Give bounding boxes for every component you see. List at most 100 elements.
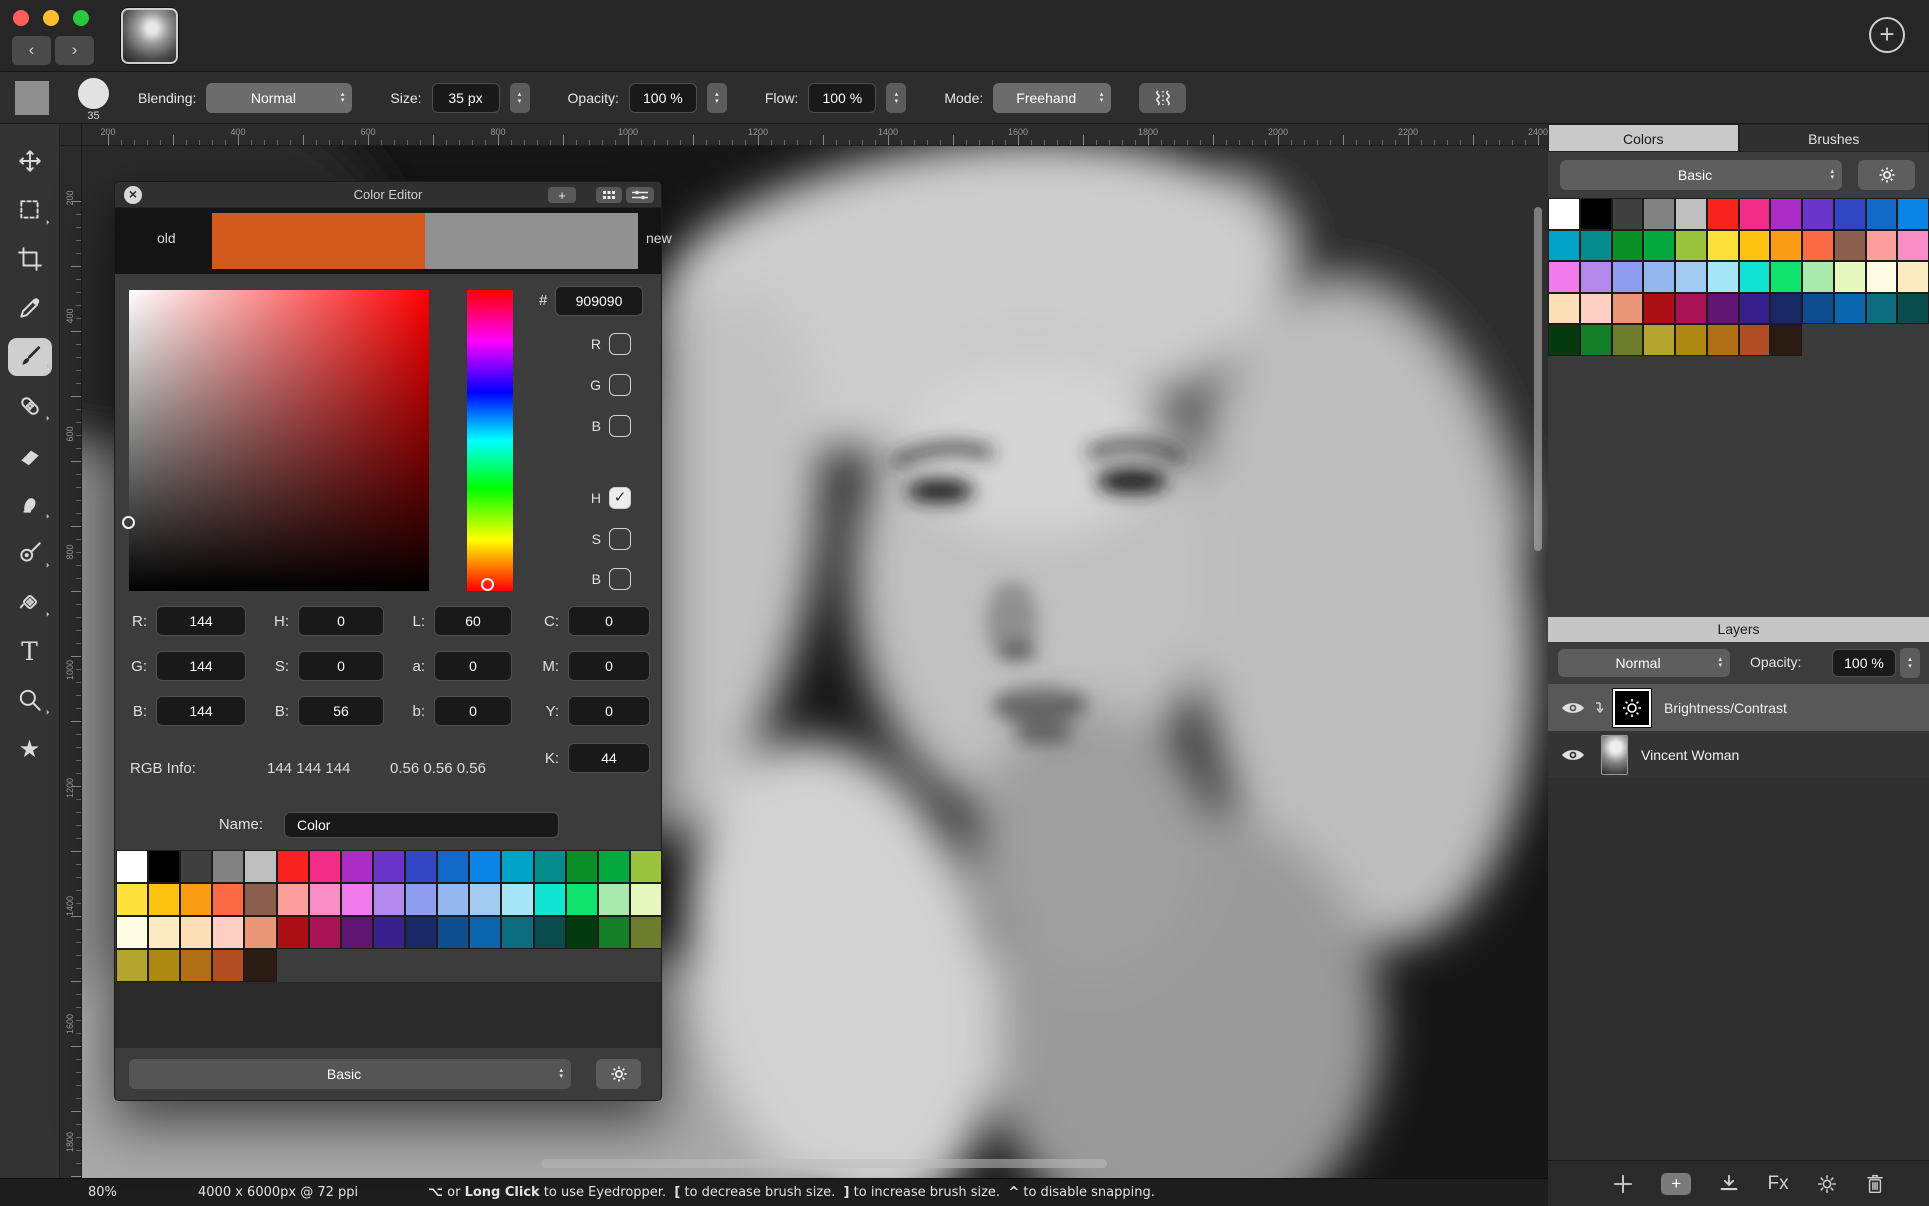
layer-effects-button[interactable]: Fx: [1768, 1173, 1789, 1195]
field-r[interactable]: 144: [156, 606, 246, 636]
color-swatch[interactable]: [372, 916, 406, 949]
color-swatch[interactable]: [1897, 261, 1929, 293]
color-swatch[interactable]: [533, 850, 566, 883]
color-swatch[interactable]: [437, 883, 470, 916]
color-swatch[interactable]: [1706, 229, 1739, 261]
color-swatch[interactable]: [1897, 292, 1929, 324]
color-swatch[interactable]: [1579, 229, 1612, 261]
hue-slider[interactable]: [467, 290, 513, 591]
color-swatch[interactable]: [212, 850, 245, 883]
color-swatch[interactable]: [1643, 198, 1675, 230]
color-swatch[interactable]: [308, 883, 341, 916]
hex-input[interactable]: 909090: [555, 286, 643, 316]
color-swatch[interactable]: [180, 916, 213, 949]
color-swatch[interactable]: [1865, 198, 1898, 230]
field-y[interactable]: 0: [568, 696, 650, 726]
color-swatch[interactable]: [1548, 261, 1580, 293]
color-swatch[interactable]: [405, 850, 438, 883]
color-swatch[interactable]: [1548, 324, 1580, 356]
opacity-stepper[interactable]: ▴ ▾: [706, 83, 727, 113]
color-swatch[interactable]: [1643, 229, 1675, 261]
field-s[interactable]: 0: [298, 651, 384, 681]
layer-visibility-icon[interactable]: [1561, 747, 1585, 763]
color-swatch[interactable]: [1738, 198, 1771, 230]
color-swatch[interactable]: [1802, 229, 1834, 261]
color-swatch[interactable]: [1643, 261, 1675, 293]
hue-slider-cursor[interactable]: [481, 578, 494, 591]
color-swatch[interactable]: [372, 883, 406, 916]
color-swatch[interactable]: [148, 949, 181, 982]
image-layer-thumbnail[interactable]: [1601, 734, 1628, 775]
color-swatch[interactable]: [1833, 198, 1866, 230]
color-swatch[interactable]: [1579, 324, 1612, 356]
vertical-scrollbar[interactable]: [1534, 207, 1542, 551]
sliders-view-button[interactable]: [626, 187, 654, 203]
color-swatch[interactable]: [276, 916, 309, 949]
field-a[interactable]: 0: [434, 651, 512, 681]
color-swatch[interactable]: [1611, 229, 1644, 261]
color-swatch[interactable]: [565, 916, 598, 949]
close-window-button[interactable]: [13, 10, 29, 26]
smudge-tool[interactable]: [8, 482, 52, 526]
color-swatch[interactable]: [1611, 198, 1644, 230]
tab-brushes[interactable]: Brushes: [1738, 124, 1929, 152]
colors-settings-button[interactable]: [1858, 160, 1915, 190]
color-swatch[interactable]: [405, 916, 438, 949]
color-swatch[interactable]: [148, 883, 181, 916]
flow-field[interactable]: 100 %: [808, 83, 877, 113]
color-swatch[interactable]: [212, 916, 245, 949]
brush-preview[interactable]: [78, 78, 109, 109]
color-swatch[interactable]: [629, 850, 662, 883]
color-swatch[interactable]: [1611, 261, 1644, 293]
color-swatch[interactable]: [308, 916, 341, 949]
marquee-select-tool[interactable]: [8, 188, 52, 232]
color-swatch[interactable]: [1738, 292, 1771, 324]
add-swatch-button[interactable]: +: [548, 187, 576, 203]
layer-blend-dropdown[interactable]: Normal ▴ ▾: [1558, 649, 1730, 677]
favorites-tool[interactable]: ★: [8, 727, 52, 771]
color-swatch[interactable]: [1675, 324, 1707, 356]
color-swatch[interactable]: [1548, 198, 1580, 230]
color-swatch[interactable]: [1865, 229, 1898, 261]
opacity-field[interactable]: 100 %: [628, 83, 697, 113]
color-swatch[interactable]: [340, 850, 373, 883]
field-h[interactable]: 0: [298, 606, 384, 636]
size-field[interactable]: 35 px: [431, 83, 500, 113]
color-swatch[interactable]: [1802, 198, 1834, 230]
color-swatch[interactable]: [180, 949, 213, 982]
color-swatch[interactable]: [308, 850, 341, 883]
healing-tool[interactable]: [8, 384, 52, 428]
crop-tool[interactable]: [8, 237, 52, 281]
new-document-button[interactable]: +: [1869, 17, 1905, 53]
saturation-brightness-picker[interactable]: [122, 290, 429, 591]
color-swatch[interactable]: [437, 916, 470, 949]
palette-settings-button[interactable]: [596, 1059, 641, 1089]
field-k[interactable]: 44: [568, 743, 650, 773]
color-swatch[interactable]: [1675, 229, 1707, 261]
field-g[interactable]: 144: [156, 651, 246, 681]
horizontal-scrollbar[interactable]: [541, 1159, 1107, 1168]
color-swatch[interactable]: [565, 850, 598, 883]
color-swatch[interactable]: [276, 850, 309, 883]
color-swatch[interactable]: [1865, 261, 1898, 293]
color-swatch[interactable]: [597, 850, 630, 883]
field-c[interactable]: 0: [568, 606, 650, 636]
color-editor-titlebar[interactable]: Color Editor: [115, 182, 661, 208]
add-layer-button[interactable]: [1612, 1173, 1634, 1195]
color-swatch[interactable]: [1738, 261, 1771, 293]
color-swatch[interactable]: [1770, 261, 1802, 293]
color-swatch[interactable]: [1675, 198, 1707, 230]
delete-layer-button[interactable]: [1865, 1173, 1885, 1195]
color-swatch[interactable]: [1706, 292, 1739, 324]
color-swatch[interactable]: [276, 883, 309, 916]
blending-dropdown[interactable]: Normal ▴ ▾: [206, 83, 353, 113]
color-swatch[interactable]: [1706, 261, 1739, 293]
color-swatch[interactable]: [244, 949, 277, 982]
color-swatch[interactable]: [340, 916, 373, 949]
color-swatch[interactable]: [1706, 324, 1739, 356]
minimize-window-button[interactable]: [43, 10, 59, 26]
field-m[interactable]: 0: [568, 651, 650, 681]
color-swatch[interactable]: [1675, 292, 1707, 324]
document-thumbnail[interactable]: [120, 7, 179, 65]
color-swatch[interactable]: [1738, 229, 1771, 261]
